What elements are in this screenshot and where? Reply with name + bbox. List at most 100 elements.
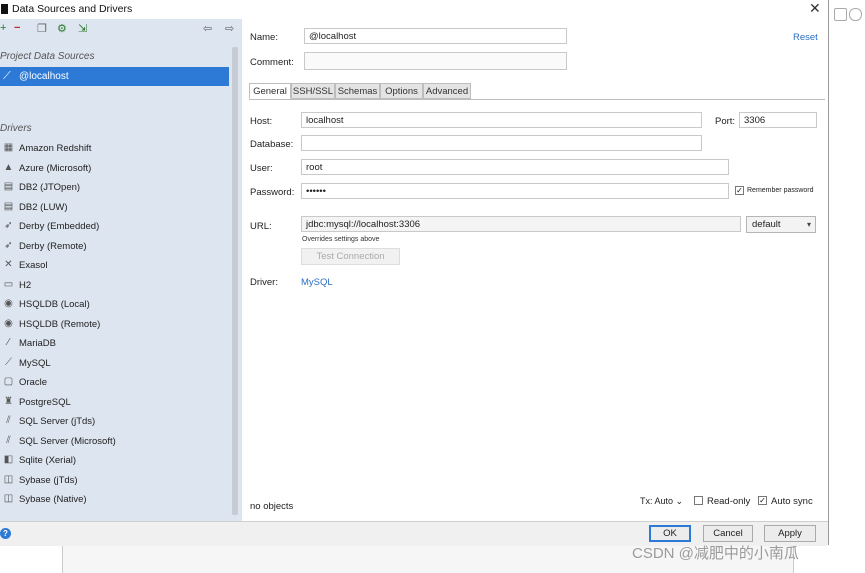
settings-icon[interactable]: ⚙ [57,22,67,35]
driver-item[interactable]: ▲ Azure (Microsoft) [0,160,229,178]
autosync-checkbox[interactable]: ✓ [758,496,767,505]
driver-label: DB2 (LUW) [19,201,68,213]
exasol-icon: ✕ [4,259,13,270]
driver-label: MySQL [19,357,51,369]
driver-item[interactable]: ▦ Amazon Redshift [0,140,229,158]
port-field[interactable]: 3306 [739,112,817,128]
tab-advanced[interactable]: Advanced [423,83,471,99]
tab-general[interactable]: General [249,83,291,99]
user-field[interactable]: root [301,159,729,175]
driver-item[interactable]: ∕ MariaDB [0,335,229,353]
port-label: Port: [715,116,736,127]
driver-item[interactable]: ✕ Exasol [0,257,229,275]
name-label: Name: [250,32,278,43]
forward-icon[interactable]: ⇨ [225,22,234,35]
db2-icon: ▤ [3,200,14,212]
driver-item[interactable]: ◫ Sybase (Native) [0,491,229,509]
driver-label: PostgreSQL [19,396,71,408]
remove-icon[interactable]: − [14,22,20,34]
main-panel: Name: @localhost Reset Comment: General S… [242,19,828,521]
driver-label: Sqlite (Xerial) [19,455,77,466]
name-field[interactable]: @localhost [304,28,567,44]
tab-options[interactable]: Options [380,83,423,99]
url-hint: Overrides settings above [302,236,380,243]
help-icon[interactable]: ? [0,528,11,539]
sqlserver-icon: ⫽ [6,415,11,426]
apply-button[interactable]: Apply [764,525,816,542]
driver-item[interactable]: ▭ H2 [0,277,229,295]
driver-item[interactable]: ▢ Oracle [0,374,229,392]
sqlite-icon: ◧ [3,454,14,465]
postgresql-icon: ♜ [4,395,13,407]
driver-item[interactable]: ◧ Sqlite (Xerial) [0,452,229,470]
driver-label: HSQLDB (Remote) [19,318,101,330]
driver-label: DB2 (JTOpen) [19,182,81,193]
tab-sshssl[interactable]: SSH/SSL [291,83,335,99]
reset-link[interactable]: Reset [793,32,818,43]
ok-button[interactable]: OK [649,525,691,542]
driver-label: Exasol [19,260,48,271]
driver-item[interactable]: ➶ Derby (Remote) [0,238,229,256]
user-label: User: [250,163,273,174]
driver-link[interactable]: MySQL [301,277,333,288]
tx-mode-dropdown[interactable]: Tx: Auto ⌄ [640,496,683,507]
password-field[interactable]: •••••• [301,183,729,199]
tx-mode-label: Tx: Auto [640,496,674,506]
remember-password-checkbox[interactable]: ✓ [735,186,744,195]
host-field[interactable]: localhost [301,112,702,128]
project-sources-header: Project Data Sources [0,51,95,62]
chevron-down-icon: ▾ [806,220,811,229]
window-title: Data Sources and Drivers [12,3,133,15]
back-icon[interactable]: ⇦ [203,22,212,35]
sybase-icon: ◫ [3,493,14,504]
h2-icon: ▭ [3,278,14,290]
hsqldb-icon: ◉ [4,317,13,329]
tab-divider [249,99,825,100]
sidebar-toolbar: + − ❐ ⚙ ⇲ ⇦ ⇨ [0,19,242,41]
block-icon [849,8,862,21]
driver-item[interactable]: ⟋ MySQL [0,355,229,373]
sidebar: + − ❐ ⚙ ⇲ ⇦ ⇨ Project Data Sources ⟋ @localhos… [0,19,242,521]
drivers-header: Drivers [0,123,32,134]
url-mode-dropdown[interactable]: default ▾ [746,216,816,233]
driver-item[interactable]: ◫ Sybase (jTds) [0,472,229,490]
driver-label: Azure (Microsoft) [19,162,92,174]
driver-item[interactable]: ◉ HSQLDB (Remote) [0,316,229,334]
url-field[interactable]: jdbc:mysql://localhost:3306 [301,216,741,232]
tab-schemas[interactable]: Schemas [335,83,380,99]
objects-status: no objects [250,501,294,512]
test-connection-button[interactable]: Test Connection [301,248,400,265]
mysql-dolphin-icon: ⟋ [3,70,11,82]
hsqldb-icon: ◉ [4,298,13,309]
cancel-button[interactable]: Cancel [703,525,753,542]
driver-item[interactable]: ▤ DB2 (LUW) [0,199,229,217]
driver-item[interactable]: ⫽ SQL Server (jTds) [0,413,229,431]
driver-item[interactable]: ➶ Derby (Embedded) [0,218,229,236]
driver-item[interactable]: ⫽ SQL Server (Microsoft) [0,433,229,451]
redshift-icon: ▦ [3,142,14,153]
derby-icon: ➶ [4,220,13,231]
app-icon [1,4,8,14]
driver-label: MariaDB [19,338,56,349]
driver-item[interactable]: ▤ DB2 (JTOpen) [0,179,229,197]
driver-label: Sybase (Native) [19,494,87,505]
title-bar: Data Sources and Drivers ✕ [0,0,828,19]
driver-label: Sybase (jTds) [19,474,78,486]
chevron-down-icon: ⌄ [675,496,684,506]
readonly-checkbox[interactable] [694,496,703,505]
add-icon[interactable]: + [0,22,6,34]
driver-item[interactable]: ♜ PostgreSQL [0,394,229,412]
data-source-localhost[interactable]: ⟋ @localhost [0,67,229,86]
driver-label: Oracle [19,377,47,388]
database-field[interactable] [301,135,702,151]
import-icon[interactable]: ⇲ [78,22,87,35]
driver-label: H2 [19,279,32,291]
url-mode-value: default [752,219,781,230]
duplicate-icon[interactable]: ❐ [37,22,47,35]
comment-field[interactable] [304,52,567,70]
close-icon[interactable]: ✕ [809,0,821,17]
driver-item[interactable]: ◉ HSQLDB (Local) [0,296,229,314]
sidebar-scrollbar[interactable] [232,47,238,515]
comment-label: Comment: [250,57,294,68]
watermark: CSDN @减肥中的小南瓜 [632,545,799,562]
